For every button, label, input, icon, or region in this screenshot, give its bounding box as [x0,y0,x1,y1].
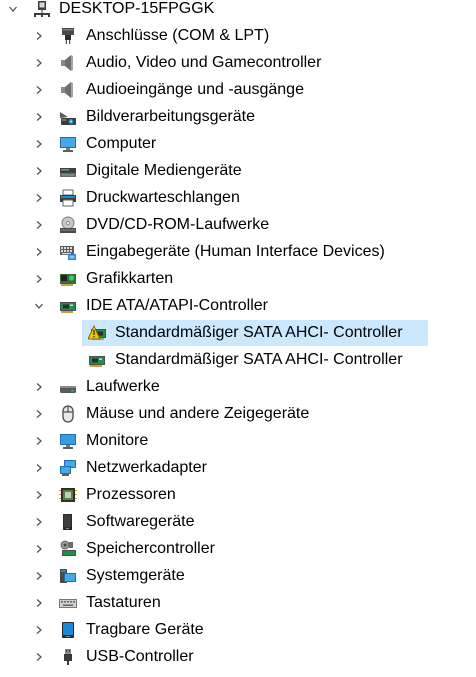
tree-category-item[interactable]: Computer [0,130,476,157]
monitor-icon [59,432,77,450]
tree-item-label: USB-Controller [86,648,194,665]
computer-icon [59,135,77,153]
network-icon [59,459,77,477]
tree-item-label: Prozessoren [86,486,176,503]
tree-category-item[interactable]: USB-Controller [0,643,476,670]
tree-device-item[interactable]: Standardmäßiger SATA AHCI- Controller [0,319,476,346]
chevron-right-icon[interactable] [32,427,46,454]
tree-item-label: Eingabegeräte (Human Interface Devices) [86,243,385,260]
chevron-right-icon[interactable] [32,508,46,535]
tree-category-item[interactable]: Tastaturen [0,589,476,616]
tree-category-item[interactable]: Netzwerkadapter [0,454,476,481]
chevron-down-icon[interactable] [32,292,46,319]
chevron-right-icon[interactable] [32,265,46,292]
tree-item-label: Druckwarteschlangen [86,189,240,206]
chevron-right-icon[interactable] [32,211,46,238]
tree-item-label: DVD/CD-ROM-Laufwerke [86,216,270,233]
tree-category-item[interactable]: DVD/CD-ROM-Laufwerke [0,211,476,238]
tree-category-item[interactable]: Systemgeräte [0,562,476,589]
chevron-right-icon[interactable] [32,49,46,76]
speaker-icon [59,81,77,99]
tree-category-item[interactable]: IDE ATA/ATAPI-Controller [0,292,476,319]
optical-drive-icon [59,216,77,234]
chevron-right-icon[interactable] [32,76,46,103]
tree-item-label: Systemgeräte [86,567,185,584]
tree-category-item[interactable]: Speichercontroller [0,535,476,562]
tree-category-item[interactable]: Audio, Video und Gamecontroller [0,49,476,76]
printer-icon [59,189,77,207]
chevron-down-icon[interactable] [6,0,20,22]
tree-item-label: Audio, Video und Gamecontroller [86,54,322,71]
port-icon [59,27,77,45]
chevron-right-icon[interactable] [32,616,46,643]
hid-icon [59,243,77,261]
tree-category-item[interactable]: Druckwarteschlangen [0,184,476,211]
speaker-icon [59,54,77,72]
storage-controller-icon [59,540,77,558]
tree-category-item[interactable]: Softwaregeräte [0,508,476,535]
disk-drive-icon [59,378,77,396]
chevron-right-icon[interactable] [32,643,46,670]
tree-category-item[interactable]: Monitore [0,427,476,454]
chevron-right-icon[interactable] [32,562,46,589]
chevron-right-icon[interactable] [32,481,46,508]
chevron-right-icon[interactable] [32,373,46,400]
tree-item-label: Grafikkarten [86,270,174,287]
tree-item-label: Standardmäßiger SATA AHCI- Controller [115,324,403,341]
tree-category-item[interactable]: Grafikkarten [0,265,476,292]
system-device-icon [59,567,77,585]
tree-item-label: Speichercontroller [86,540,215,557]
tree-item-label: DESKTOP-15FPGGK [59,0,215,17]
controller-card-icon [59,297,77,315]
chevron-right-icon[interactable] [32,400,46,427]
tree-root-computer[interactable]: DESKTOP-15FPGGK [0,0,476,22]
tree-item-label: Digitale Mediengeräte [86,162,242,179]
chevron-right-icon[interactable] [32,454,46,481]
tree-category-item[interactable]: Mäuse und andere Zeigegeräte [0,400,476,427]
tree-device-item[interactable]: Standardmäßiger SATA AHCI- Controller [0,346,476,373]
graphics-card-icon [59,270,77,288]
controller-card-icon [88,351,106,369]
mouse-icon [59,405,77,423]
warning-controller-icon [87,324,106,342]
camera-icon [59,108,77,126]
tree-category-item[interactable]: Digitale Mediengeräte [0,157,476,184]
chevron-right-icon[interactable] [32,238,46,265]
tree-category-item[interactable]: Bildverarbeitungsgeräte [0,103,476,130]
tree-item-label: Anschlüsse (COM & LPT) [86,27,270,44]
tree-item-label: Mäuse und andere Zeigegeräte [86,405,310,422]
chevron-right-icon[interactable] [32,535,46,562]
processor-icon [59,486,77,504]
tree-item-label: Tragbare Geräte [86,621,204,638]
software-device-icon [59,513,77,531]
tree-category-item[interactable]: Anschlüsse (COM & LPT) [0,22,476,49]
tree-item-label: Softwaregeräte [86,513,195,530]
tree-item-label: Monitore [86,432,149,449]
chevron-right-icon[interactable] [32,184,46,211]
portable-device-icon [59,621,77,639]
tree-item-label: IDE ATA/ATAPI-Controller [86,297,268,314]
chevron-right-icon[interactable] [32,22,46,49]
media-device-icon [59,162,77,180]
tree-item-label: Standardmäßiger SATA AHCI- Controller [115,351,403,368]
tree-category-item[interactable]: Audioeingänge und -ausgänge [0,76,476,103]
tree-item-label: Audioeingänge und -ausgänge [86,81,304,98]
usb-icon [59,648,77,666]
chevron-right-icon[interactable] [32,130,46,157]
tree-item-label: Bildverarbeitungsgeräte [86,108,255,125]
tree-item-label: Computer [86,135,157,152]
chevron-right-icon[interactable] [32,103,46,130]
device-tree[interactable]: DESKTOP-15FPGGK Anschlüsse (COM & LPT) Aud… [0,0,476,670]
tree-category-item[interactable]: Tragbare Geräte [0,616,476,643]
tree-item-label: Tastaturen [86,594,161,611]
tree-item-label: Laufwerke [86,378,160,395]
tree-category-item[interactable]: Eingabegeräte (Human Interface Devices) [0,238,476,265]
tree-category-item[interactable]: Laufwerke [0,373,476,400]
keyboard-icon [59,594,77,612]
chevron-right-icon[interactable] [32,589,46,616]
chevron-right-icon[interactable] [32,157,46,184]
computer-tower-icon [33,0,51,18]
tree-category-item[interactable]: Prozessoren [0,481,476,508]
tree-item-label: Netzwerkadapter [86,459,207,476]
